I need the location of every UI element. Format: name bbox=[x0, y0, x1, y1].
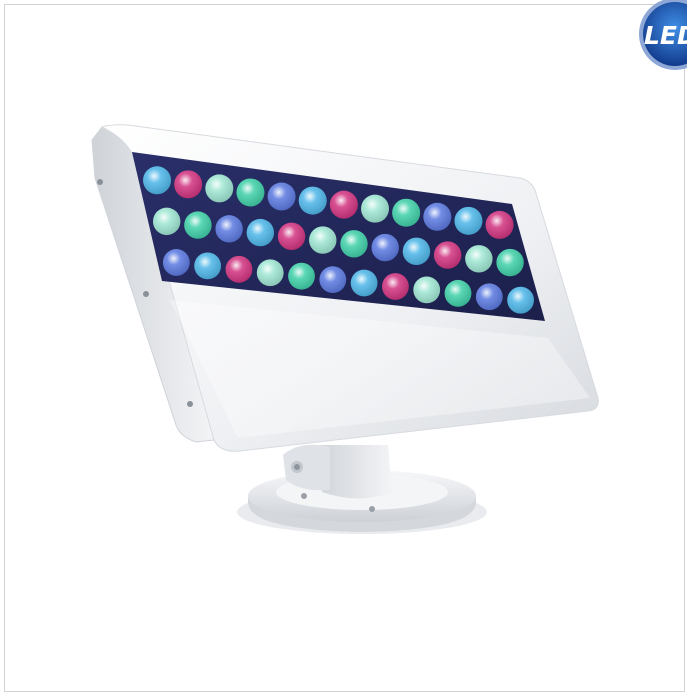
led-emitter-highlight bbox=[423, 202, 452, 231]
led-emitter-highlight bbox=[340, 230, 368, 258]
led-emitter-highlight bbox=[371, 233, 399, 262]
led-emitter-highlight bbox=[433, 241, 462, 269]
screw-icon bbox=[187, 401, 193, 407]
led-emitter-highlight bbox=[402, 237, 431, 266]
led-emitter-highlight bbox=[246, 218, 275, 247]
led-emitter-highlight bbox=[184, 211, 212, 239]
badge-text: LED bbox=[644, 21, 687, 50]
led-emitter-highlight bbox=[496, 248, 524, 277]
led-emitter-highlight bbox=[309, 226, 337, 254]
led-emitter-highlight bbox=[152, 207, 181, 236]
led-emitter-highlight bbox=[143, 166, 172, 195]
led-floodlight-image bbox=[91, 124, 599, 534]
led-emitter-highlight bbox=[205, 174, 234, 203]
screw-icon bbox=[143, 291, 149, 297]
led-emitter-highlight bbox=[392, 198, 421, 227]
led-badge: LED bbox=[631, 0, 687, 70]
led-emitter-highlight bbox=[256, 259, 284, 287]
led-emitter-highlight bbox=[350, 269, 378, 297]
led-emitter-highlight bbox=[444, 279, 472, 307]
led-emitter-highlight bbox=[267, 182, 296, 211]
led-emitter-highlight bbox=[475, 283, 503, 311]
led-emitter-highlight bbox=[194, 252, 222, 280]
led-emitter-highlight bbox=[277, 222, 306, 251]
led-emitter-highlight bbox=[454, 206, 483, 235]
led-emitter-highlight bbox=[319, 266, 347, 294]
led-emitter-highlight bbox=[298, 186, 327, 215]
led-emitter-highlight bbox=[215, 215, 243, 243]
led-emitter-highlight bbox=[413, 276, 441, 304]
led-emitter-highlight bbox=[382, 273, 409, 300]
led-emitter-highlight bbox=[225, 255, 253, 283]
led-emitter-highlight bbox=[288, 262, 315, 290]
screw-icon bbox=[97, 179, 103, 185]
led-emitter-highlight bbox=[507, 286, 534, 314]
led-emitter-highlight bbox=[329, 190, 358, 219]
led-emitter-highlight bbox=[174, 170, 203, 199]
led-emitter-highlight bbox=[162, 249, 190, 276]
led-emitter-highlight bbox=[465, 245, 493, 273]
led-emitter-highlight bbox=[361, 194, 390, 223]
led-emitter-highlight bbox=[236, 178, 265, 207]
led-emitter-highlight bbox=[485, 210, 514, 239]
